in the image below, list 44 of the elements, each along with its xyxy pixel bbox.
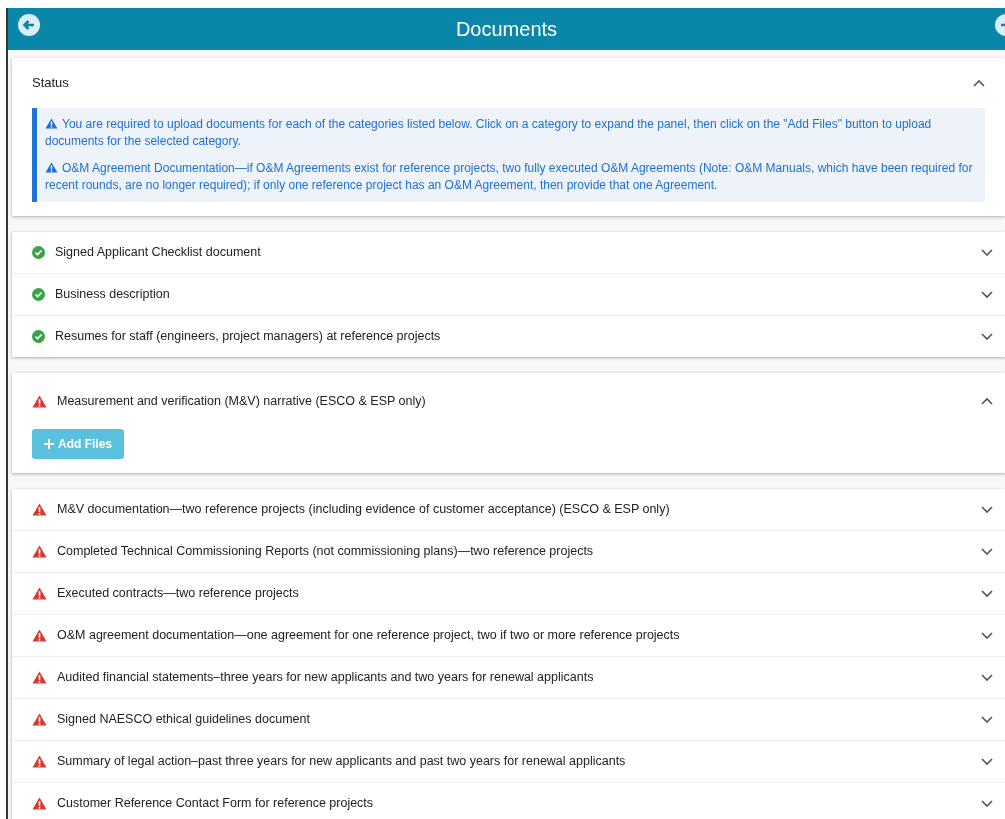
warning-icon xyxy=(45,118,58,129)
category-label: Business description xyxy=(55,286,171,304)
category-row[interactable]: Measurement and verification (M&V) narrative (ESCO & ESP only) xyxy=(12,373,1005,429)
chevron-down-icon[interactable] xyxy=(981,715,993,724)
category-row[interactable]: Summary of legal action–past three years for new applicants and past two years for renewal applicants xyxy=(12,741,1005,782)
chevron-down-icon[interactable] xyxy=(981,589,993,598)
category-row[interactable]: Executed contracts—two reference projects xyxy=(12,573,1005,614)
category-label: M&V documentation—two reference projects (including evidence of customer acceptance) (ESCO & ESP only) xyxy=(57,501,671,519)
category-label: Signed NAESCO ethical guidelines document xyxy=(57,711,311,729)
chevron-up-icon[interactable] xyxy=(973,79,985,87)
category-row[interactable]: Resumes for staff (engineers, project managers) at reference projects xyxy=(12,316,1005,357)
category-row[interactable]: Signed Applicant Checklist document xyxy=(12,232,1005,273)
category-row[interactable]: Customer Reference Contact Form for reference projects xyxy=(12,783,1005,819)
category-label: Customer Reference Contact Form for reference projects xyxy=(57,795,375,813)
category-row[interactable]: Audited financial statements–three years for new applicants and two years for renewal applicants xyxy=(12,657,1005,698)
category-row[interactable]: Signed NAESCO ethical guidelines document xyxy=(12,699,1005,740)
category-label: Audited financial statements–three years for new applicants and two years for renewal applicants xyxy=(57,669,595,687)
category-label: Completed Technical Commissioning Reports (not commissioning plans)—two reference projects xyxy=(57,543,595,561)
category-label: Resumes for staff (engineers, project managers) at reference projects xyxy=(55,328,442,346)
chevron-down-icon[interactable] xyxy=(981,757,993,766)
chevron-down-icon[interactable] xyxy=(981,547,993,556)
chevron-down-icon[interactable] xyxy=(981,332,993,341)
category-label: Executed contracts—two reference projects xyxy=(57,585,300,603)
chevron-down-icon[interactable] xyxy=(981,673,993,682)
category-label: Signed Applicant Checklist document xyxy=(55,244,262,262)
page-title: Documents xyxy=(455,17,558,42)
category-row[interactable]: O&M agreement documentation—one agreement for one reference project, two if two or more reference projects xyxy=(12,615,1005,656)
chevron-down-icon[interactable] xyxy=(981,505,993,514)
chevron-down-icon[interactable] xyxy=(981,631,993,640)
chevron-down-icon[interactable] xyxy=(981,290,993,299)
notice-text: You are required to upload documents for each of the categories listed below. Click on a category to expand the panel, then click on the "Add Files" button to upload documents for the selected category. xyxy=(45,116,933,150)
category-label: Summary of legal action–past three years for new applicants and past two years for renewal applicants xyxy=(57,753,627,771)
category-label: O&M agreement documentation—one agreement for one reference project, two if two or more reference projects xyxy=(57,627,681,645)
category-row[interactable]: Business description xyxy=(12,274,1005,315)
panel-title: Status xyxy=(32,74,69,93)
warning-icon xyxy=(45,162,58,173)
notice-text: O&M Agreement Documentation—if O&M Agreements exist for reference projects, two fully executed O&M Agreements (Note: O&M Manuals, which have been required for recent rounds, are no longer required); if only one reference project has an O&M Agreement, then provide that one Agreement. xyxy=(45,160,974,194)
category-row[interactable]: M&V documentation—two reference projects (including evidence of customer acceptance) (ESCO & ESP only) xyxy=(12,489,1005,530)
plus-icon xyxy=(44,439,54,449)
chevron-up-icon[interactable] xyxy=(981,397,993,405)
chevron-down-icon[interactable] xyxy=(981,248,993,257)
chevron-down-icon[interactable] xyxy=(981,799,993,808)
category-row[interactable]: Completed Technical Commissioning Reports (not commissioning plans)—two reference projects xyxy=(12,531,1005,572)
category-label: Measurement and verification (M&V) narrative (ESCO & ESP only) xyxy=(57,392,427,410)
